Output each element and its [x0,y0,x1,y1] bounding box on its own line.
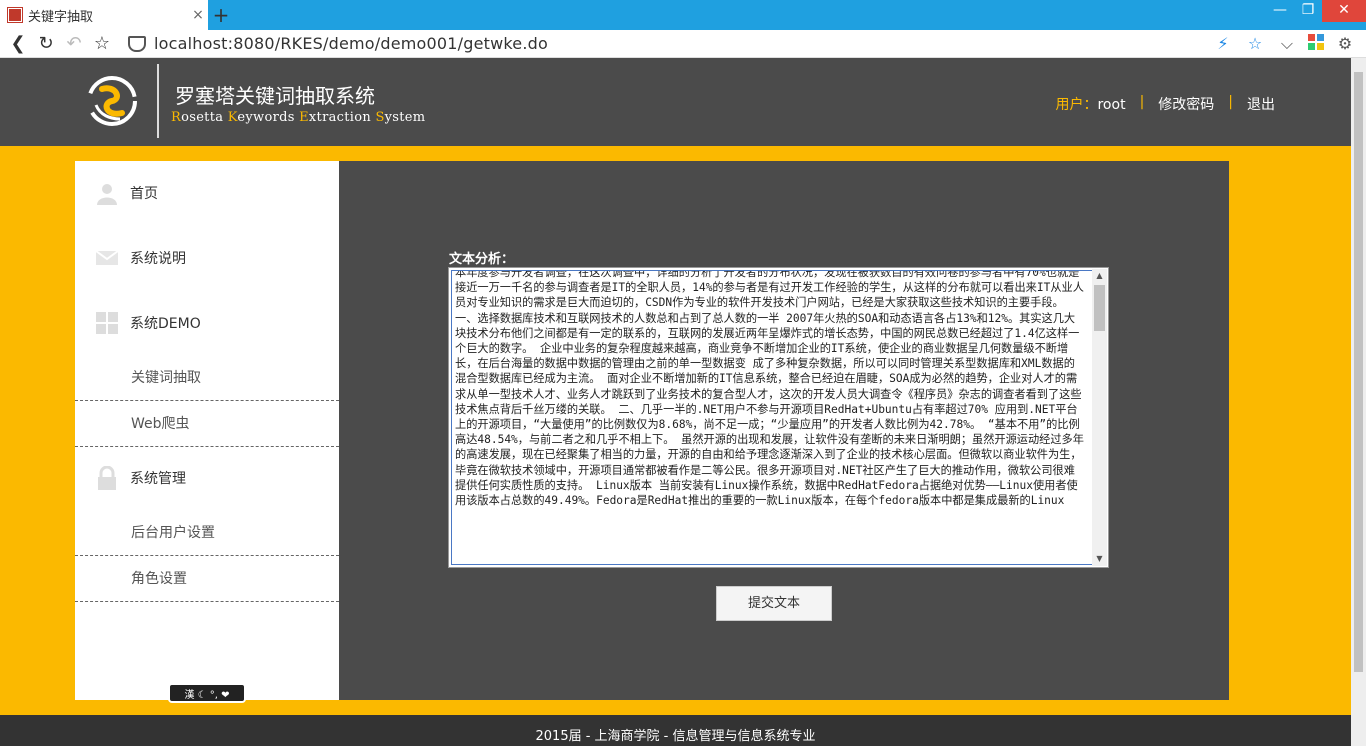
submit-text-button[interactable]: 提交文本 [716,586,832,621]
separator: | [1139,94,1145,110]
system-title: 罗塞塔关键词抽取系统 [175,84,375,108]
lightning-icon[interactable]: ⚡ [1212,34,1234,54]
apps-grid-icon[interactable] [1308,33,1324,50]
undo-icon[interactable]: ↶ [60,33,88,54]
bookmark-star-icon[interactable]: ☆ [88,33,116,54]
textarea-focus-frame: 本年度参与开发者调查，在这次调查中，详细的分析了开发者的分布状况，发现在被获数目… [451,270,1093,565]
browser-tab-bar: 关键字抽取 × + — ❐ ✕ [0,0,1366,30]
scroll-up-icon[interactable]: ▲ [1092,269,1107,283]
sidebar-item-home[interactable]: 首页 [75,163,339,223]
sidebar-item-system-desc[interactable]: 系统说明 [75,228,339,288]
gear-icon[interactable]: ⚙ [1334,34,1356,54]
user-bar: 用户：root | 修改密码 | 退出 [1055,94,1275,114]
favicon-icon [7,7,23,23]
browser-tab[interactable]: 关键字抽取 × [0,0,208,30]
close-window-button[interactable]: ✕ [1322,0,1366,22]
scroll-thumb[interactable] [1094,285,1105,331]
system-subtitle: Rosetta Keywords Extraction System [171,110,426,125]
sidebar-item-system-admin[interactable]: 系统管理 [75,448,339,508]
url-field[interactable]: localhost:8080/RKES/demo/demo001/getwke.… [154,34,1212,53]
tab-title: 关键字抽取 [28,9,94,25]
sidebar-item-backend-user[interactable]: 后台用户设置 [75,511,339,556]
sidebar-item-system-demo[interactable]: 系统DEMO [75,293,339,353]
main-content: 文本分析： 本年度参与开发者调查，在这次调查中，详细的分析了开发者的分布状况，发… [339,161,1229,700]
site-header: 罗塞塔关键词抽取系统 Rosetta Keywords Extraction S… [0,58,1351,146]
textarea-scrollbar[interactable]: ▲ ▼ [1092,269,1107,566]
text-analysis-textarea[interactable]: 本年度参与开发者调查，在这次调查中，详细的分析了开发者的分布状况，发现在被获数目… [448,267,1109,568]
user-info: 用户：root [1055,97,1126,113]
maximize-button[interactable]: ❐ [1294,0,1322,22]
header-divider [157,64,159,138]
grid-icon [96,312,118,334]
window-controls: — ❐ ✕ [1266,0,1366,30]
favorite-star-icon[interactable]: ☆ [1244,34,1266,54]
sidebar-item-keyword-extract[interactable]: 关键词抽取 [75,356,339,401]
footer-text: 2015届 - 上海商学院 - 信息管理与信息系统专业 [535,729,816,744]
rosetta-logo-icon [87,76,137,126]
sidebar: 首页 系统说明 系统DEMO 关键词抽取 Web爬虫 系统管理 后台用户设置 角… [75,161,339,700]
input-method-widget[interactable]: 漢 ☾ °, ❤ [168,683,246,703]
text-analysis-label: 文本分析： [449,252,515,267]
envelope-icon [95,250,119,265]
page-scroll-thumb[interactable] [1354,72,1363,672]
separator: | [1228,94,1233,110]
sidebar-item-role-setting[interactable]: 角色设置 [75,557,339,602]
lock-icon [98,466,116,490]
scroll-down-icon[interactable]: ▼ [1092,552,1107,566]
page-scrollbar[interactable] [1351,58,1366,746]
user-icon [97,184,117,205]
page: 罗塞塔关键词抽取系统 Rosetta Keywords Extraction S… [0,58,1351,746]
chevron-down-icon[interactable]: ⌵ [1276,34,1298,54]
back-icon[interactable]: ❮ [4,33,32,54]
minimize-button[interactable]: — [1266,0,1294,22]
address-bar: ❮ ↻ ↶ ☆ localhost:8080/RKES/demo/demo001… [0,30,1366,58]
change-password-link[interactable]: 修改密码 [1158,94,1214,114]
textarea-content: 本年度参与开发者调查，在这次调查中，详细的分析了开发者的分布状况，发现在被获数目… [455,270,1084,508]
reload-icon[interactable]: ↻ [32,33,60,54]
tab-close-icon[interactable]: × [188,7,208,23]
new-tab-button[interactable]: + [210,4,232,26]
site-footer: 2015届 - 上海商学院 - 信息管理与信息系统专业 [0,715,1351,746]
shield-icon [128,35,146,52]
sidebar-item-web-crawler[interactable]: Web爬虫 [75,402,339,447]
logout-link[interactable]: 退出 [1247,94,1275,114]
